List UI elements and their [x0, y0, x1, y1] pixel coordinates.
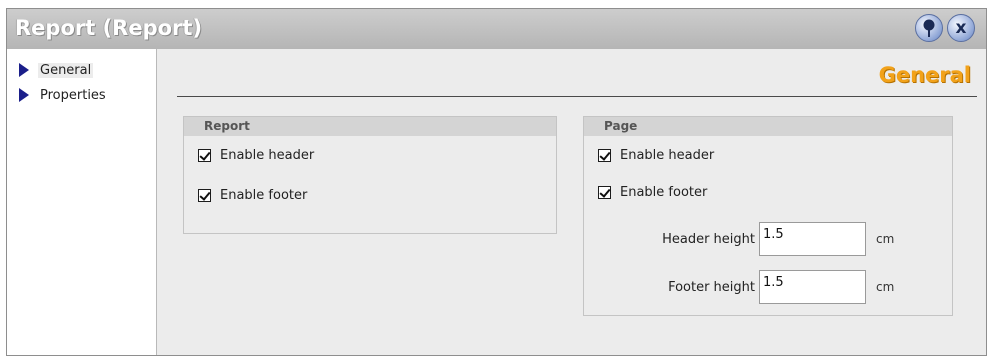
footer-height-input[interactable]: [759, 270, 866, 304]
header-height-label: Header height: [662, 231, 755, 247]
sidebar-nav: General Properties: [7, 49, 157, 355]
page-enable-header-row[interactable]: Enable header: [598, 148, 714, 163]
sidebar-item-label: Properties: [40, 87, 106, 103]
report-enable-header-checkbox[interactable]: [198, 149, 211, 162]
page-groupbox: Page Enable header Enable footer Header …: [583, 116, 953, 316]
page-enable-footer-row[interactable]: Enable footer: [598, 185, 707, 200]
close-icon: x: [955, 17, 967, 38]
sidebar-item-general[interactable]: General: [15, 60, 97, 80]
checkbox-label: Enable footer: [220, 188, 308, 203]
footer-height-row: Footer height cm: [641, 270, 894, 304]
report-group-title: Report: [184, 117, 556, 136]
report-enable-header-row[interactable]: Enable header: [198, 148, 314, 163]
checkbox-label: Enable footer: [620, 185, 708, 200]
section-divider: [177, 96, 977, 97]
page-group-title: Page: [584, 117, 952, 136]
report-groupbox: Report Enable header Enable footer: [183, 116, 557, 234]
sidebar-item-properties[interactable]: Properties: [15, 85, 112, 105]
header-height-row: Header height cm: [641, 222, 894, 256]
checkbox-label: Enable header: [620, 148, 715, 163]
window-title: Report (Report): [15, 16, 203, 40]
section-title: General: [878, 63, 971, 87]
arrow-right-icon: [19, 63, 29, 77]
content-panel: General Report Enable header Enable foot…: [163, 57, 981, 351]
report-enable-footer-row[interactable]: Enable footer: [198, 188, 307, 203]
checkbox-label: Enable header: [220, 148, 315, 163]
report-enable-footer-checkbox[interactable]: [198, 189, 211, 202]
report-window: Report (Report) x General Properties Gen…: [6, 8, 987, 356]
pin-button[interactable]: [915, 14, 943, 42]
page-enable-footer-checkbox[interactable]: [598, 186, 611, 199]
footer-height-label: Footer height: [668, 279, 755, 295]
arrow-right-icon: [19, 88, 29, 102]
footer-height-unit: cm: [876, 280, 895, 294]
header-height-input[interactable]: [759, 222, 866, 256]
pin-icon: [923, 19, 935, 37]
close-button[interactable]: x: [947, 14, 975, 42]
sidebar-item-label: General: [38, 62, 94, 78]
page-enable-header-checkbox[interactable]: [598, 149, 611, 162]
header-height-unit: cm: [876, 232, 895, 246]
title-bar[interactable]: Report (Report) x: [7, 9, 986, 49]
